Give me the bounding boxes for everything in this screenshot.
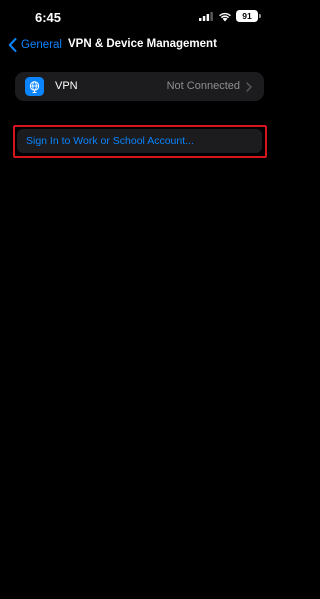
signal-icon bbox=[199, 12, 213, 21]
globe-icon bbox=[25, 77, 44, 96]
battery-icon: 91 bbox=[236, 10, 258, 22]
wifi-icon bbox=[219, 12, 231, 22]
vpn-label: VPN bbox=[55, 80, 78, 92]
back-button[interactable]: General bbox=[8, 38, 62, 52]
vpn-row[interactable]: VPN Not Connected bbox=[15, 72, 264, 101]
highlight-box: Sign In to Work or School Account... bbox=[13, 125, 267, 158]
back-button-label: General bbox=[21, 39, 62, 51]
status-bar: 6:45 91 bbox=[0, 0, 277, 34]
page-title: VPN & Device Management bbox=[68, 38, 217, 50]
battery-tip bbox=[259, 14, 261, 18]
status-time: 6:45 bbox=[35, 10, 62, 25]
sign-in-account-button[interactable]: Sign In to Work or School Account... bbox=[17, 129, 262, 153]
navigation-bar: General VPN & Device Management bbox=[0, 34, 277, 58]
chevron-left-icon bbox=[8, 38, 17, 52]
chevron-right-icon bbox=[246, 82, 252, 92]
vpn-status: Not Connected bbox=[166, 80, 240, 92]
sign-in-account-label: Sign In to Work or School Account... bbox=[26, 135, 194, 147]
